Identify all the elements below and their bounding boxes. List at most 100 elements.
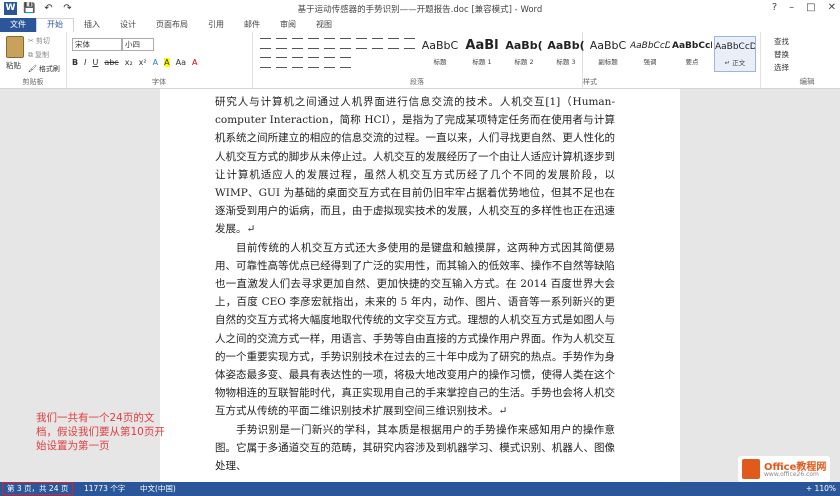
line-spacing-icon[interactable]	[308, 57, 319, 68]
language-status[interactable]: 中文(中国)	[140, 482, 176, 496]
italic-button[interactable]: I	[84, 58, 86, 67]
bullets-icon[interactable]	[260, 38, 271, 49]
help-icon[interactable]: ?	[772, 2, 777, 13]
paragraph[interactable]: 目前传统的人机交互方式还大多使用的是键盘和触摸屏，这两种方式因其简便易用、可靠性…	[215, 239, 615, 421]
format-painter-button[interactable]: 🖌 格式刷	[28, 64, 60, 74]
tab-layout[interactable]: 页面布局	[146, 18, 198, 32]
align-right-icon[interactable]	[260, 57, 271, 68]
style-name: 标题 2	[514, 58, 534, 66]
tab-file[interactable]: 文件	[0, 18, 36, 32]
cut-button[interactable]: ✂ 剪切	[28, 36, 60, 46]
style-heading-3[interactable]: AaBb( 标题 3	[546, 36, 586, 70]
style-sample: AaBbCcD	[630, 41, 670, 51]
style-sample: AaBbC	[589, 39, 627, 52]
font-name-select[interactable]: 宋体	[72, 38, 122, 51]
superscript-button[interactable]: x²	[139, 58, 147, 67]
brush-icon: 🖌	[28, 65, 37, 73]
copy-icon: ⧉	[28, 50, 33, 59]
word-count-status[interactable]: 11773 个字	[84, 482, 125, 496]
style-name: 要点	[685, 58, 699, 66]
tab-review[interactable]: 审阅	[270, 18, 306, 32]
style-subtitle[interactable]: AaBbC 副标题	[588, 36, 628, 70]
paragraph-buttons	[260, 38, 420, 68]
font-size-select[interactable]: 小四	[122, 38, 154, 51]
format-painter-label: 格式刷	[38, 65, 60, 73]
zoom-level[interactable]: + 110%	[806, 482, 836, 496]
style-name: ↵ 正文	[724, 59, 746, 67]
sort-icon[interactable]	[356, 38, 367, 49]
status-bar: 第 3 页，共 24 页 11773 个字 中文(中国) + 110%	[0, 482, 840, 496]
clipboard-label: 剪贴板	[22, 78, 44, 86]
bold-button[interactable]: B	[72, 58, 78, 67]
style-title[interactable]: AaBbC 标题	[420, 36, 460, 70]
document-body[interactable]: 研究人与计算机之间通过人机界面进行信息交流的技术。人机交互[1]（Human-c…	[215, 93, 615, 475]
paragraph[interactable]: 手势识别是一门新兴的学科，其本质是根据用户的手势操作来感知用户的操作意图。它属于…	[215, 421, 615, 476]
align-left-icon[interactable]	[388, 38, 399, 49]
find-button[interactable]: 查找	[774, 36, 789, 47]
watermark-url: www.office26.com	[764, 471, 819, 478]
cut-label: 剪切	[35, 37, 50, 45]
paste-button[interactable]: 粘贴	[6, 60, 21, 71]
text-effects-button[interactable]: A	[153, 58, 158, 67]
style-name: 标题 1	[472, 58, 492, 66]
underline-button[interactable]: U	[92, 58, 98, 67]
align-center-icon[interactable]	[404, 38, 415, 49]
tab-references[interactable]: 引用	[198, 18, 234, 32]
replace-button[interactable]: 替换	[774, 49, 789, 60]
style-name: 副标题	[598, 58, 618, 66]
font-label: 字体	[152, 78, 166, 86]
ribbon-tabs: 文件 开始 插入 设计 页面布局 引用 邮件 审阅 视图	[0, 18, 840, 32]
tab-home[interactable]: 开始	[36, 18, 74, 32]
window-controls: ? – □ ✕	[772, 2, 836, 13]
styles-group: AaBbC 标题 AaBl 标题 1 AaBb( 标题 2 AaBb( 标题 3…	[420, 32, 761, 88]
styles-label: 样式	[583, 78, 597, 86]
font-color-button[interactable]: A	[192, 58, 197, 67]
style-strong[interactable]: AaBbCcD 要点	[672, 36, 712, 70]
numbering-icon[interactable]	[276, 38, 287, 49]
increase-indent-icon[interactable]	[324, 38, 335, 49]
copy-button[interactable]: ⧉ 复制	[28, 50, 60, 60]
shading-icon[interactable]	[324, 57, 335, 68]
font-group: 宋体 小四 B I U abc x₂ x² A A Aa A 字体	[66, 32, 253, 88]
borders-icon[interactable]	[340, 57, 351, 68]
maximize-icon[interactable]: □	[806, 2, 815, 13]
document-page[interactable]: 研究人与计算机之间通过人机界面进行信息交流的技术。人机交互[1]（Human-c…	[160, 89, 680, 482]
minimize-icon[interactable]: –	[789, 2, 794, 13]
style-sample: AaBb(	[505, 39, 543, 52]
justify-icon[interactable]	[276, 57, 287, 68]
change-case-button[interactable]: Aa	[176, 58, 186, 67]
highlight-button[interactable]: A	[164, 58, 170, 67]
font-format-buttons: B I U abc x₂ x² A A Aa A	[72, 58, 197, 67]
style-heading-1[interactable]: AaBl 标题 1	[462, 36, 502, 70]
paragraph[interactable]: 研究人与计算机之间通过人机界面进行信息交流的技术。人机交互[1]（Human-c…	[215, 93, 615, 239]
multilevel-list-icon[interactable]	[292, 38, 303, 49]
page-count-status[interactable]: 第 3 页，共 24 页	[2, 482, 74, 495]
paste-icon[interactable]	[6, 36, 24, 58]
style-sample: AaBb(	[547, 39, 585, 52]
scissors-icon: ✂	[28, 37, 34, 45]
chinese-layout-icon[interactable]	[340, 38, 351, 49]
style-emphasis[interactable]: AaBbCcD 强调	[630, 36, 670, 70]
style-heading-2[interactable]: AaBb( 标题 2	[504, 36, 544, 70]
tab-mailings[interactable]: 邮件	[234, 18, 270, 32]
style-sample: AaBbC	[421, 39, 459, 52]
window-title: 基于运动传感器的手势识别——开题报告.doc [兼容模式] - Word	[297, 5, 543, 15]
editing-label: 编辑	[799, 77, 815, 86]
document-canvas: 研究人与计算机之间通过人机界面进行信息交流的技术。人机交互[1]（Human-c…	[0, 89, 840, 482]
style-sample: AaBl	[465, 38, 499, 53]
distributed-icon[interactable]	[292, 57, 303, 68]
tab-design[interactable]: 设计	[110, 18, 146, 32]
style-name: 标题	[433, 58, 447, 66]
show-marks-icon[interactable]	[372, 38, 383, 49]
annotation-note: 我们一共有一个24页的文档，假设我们要从第10页开始设置为第一页	[36, 412, 165, 452]
title-bar: W 💾 ↶ ↷ 基于运动传感器的手势识别——开题报告.doc [兼容模式] - …	[0, 0, 840, 18]
subscript-button[interactable]: x₂	[125, 58, 133, 67]
select-button[interactable]: 选择	[774, 62, 789, 73]
style-normal[interactable]: AaBbCcDc ↵ 正文	[714, 36, 756, 72]
decrease-indent-icon[interactable]	[308, 38, 319, 49]
tab-insert[interactable]: 插入	[74, 18, 110, 32]
strikethrough-button[interactable]: abc	[104, 58, 118, 67]
ribbon: 粘贴 ✂ 剪切 ⧉ 复制 🖌 格式刷 剪贴板 宋体 小四 B I U abc x₂ x…	[0, 32, 840, 89]
tab-view[interactable]: 视图	[306, 18, 342, 32]
close-icon[interactable]: ✕	[828, 2, 836, 13]
